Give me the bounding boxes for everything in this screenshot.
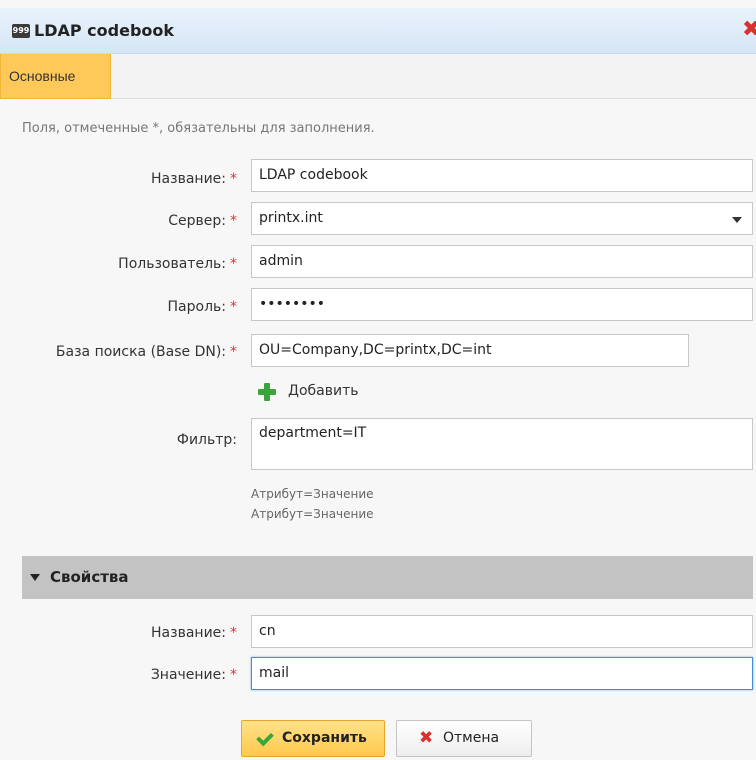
name-label: Название: * <box>151 171 237 187</box>
required-marker: * <box>230 171 237 187</box>
base-dn-label: База поиска (Base DN): * <box>55 344 237 360</box>
name-input[interactable]: LDAP codebook <box>251 159 753 192</box>
cancel-button-label: Отмена <box>443 730 500 746</box>
filter-label: Фильтр: <box>176 432 237 448</box>
required-marker: * <box>230 344 237 360</box>
property-value-input[interactable]: mail <box>251 657 753 690</box>
server-select-value: printx.int <box>259 210 323 226</box>
ldap-codebook-dialog: 999 LDAP codebook ✖ Основные Поля, отмеч… <box>0 0 756 760</box>
cancel-button[interactable]: ✖ Отмена <box>396 720 532 757</box>
user-input[interactable]: admin <box>251 245 753 278</box>
required-fields-hint: Поля, отмеченные *, обязательны для запо… <box>22 121 375 136</box>
required-marker: * <box>230 667 237 683</box>
property-name-label: Название: * <box>151 625 237 641</box>
filter-help-line-2: Атрибут=Значение <box>251 507 374 521</box>
filter-help-line-1: Атрибут=Значение <box>251 487 374 501</box>
close-icon[interactable]: ✖ <box>742 19 756 41</box>
property-value-label: Значение: * <box>150 667 237 683</box>
codebook-icon: 999 <box>12 24 30 38</box>
chevron-down-icon[interactable] <box>732 217 742 223</box>
required-marker: * <box>230 299 237 315</box>
property-name-input[interactable]: cn <box>251 615 753 648</box>
password-input[interactable]: •••••••• <box>251 288 753 321</box>
plus-icon <box>258 383 276 401</box>
required-marker: * <box>230 213 237 229</box>
tab-strip: Основные <box>0 54 756 99</box>
filter-textarea[interactable]: department=IT <box>251 418 753 470</box>
required-marker: * <box>230 625 237 641</box>
save-button-label: Сохранить <box>282 730 367 746</box>
server-select[interactable]: printx.int <box>251 202 753 235</box>
triangle-down-icon <box>30 574 40 581</box>
tab-general[interactable]: Основные <box>0 54 111 99</box>
add-base-dn-label: Добавить <box>288 383 359 399</box>
base-dn-input[interactable]: OU=Company,DC=printx,DC=int <box>251 334 689 367</box>
password-label: Пароль: * <box>167 299 237 315</box>
window-title: LDAP codebook <box>34 21 175 40</box>
save-button[interactable]: Сохранить <box>241 720 385 757</box>
server-label: Сервер: * <box>168 213 237 229</box>
user-label: Пользователь: * <box>118 256 237 272</box>
window-titlebar: 999 LDAP codebook ✖ <box>0 8 756 54</box>
required-marker: * <box>230 256 237 272</box>
checkmark-icon <box>254 731 272 747</box>
properties-section-header[interactable]: Свойства <box>22 556 753 599</box>
properties-section-title: Свойства <box>50 568 129 586</box>
x-icon: ✖ <box>419 728 434 748</box>
